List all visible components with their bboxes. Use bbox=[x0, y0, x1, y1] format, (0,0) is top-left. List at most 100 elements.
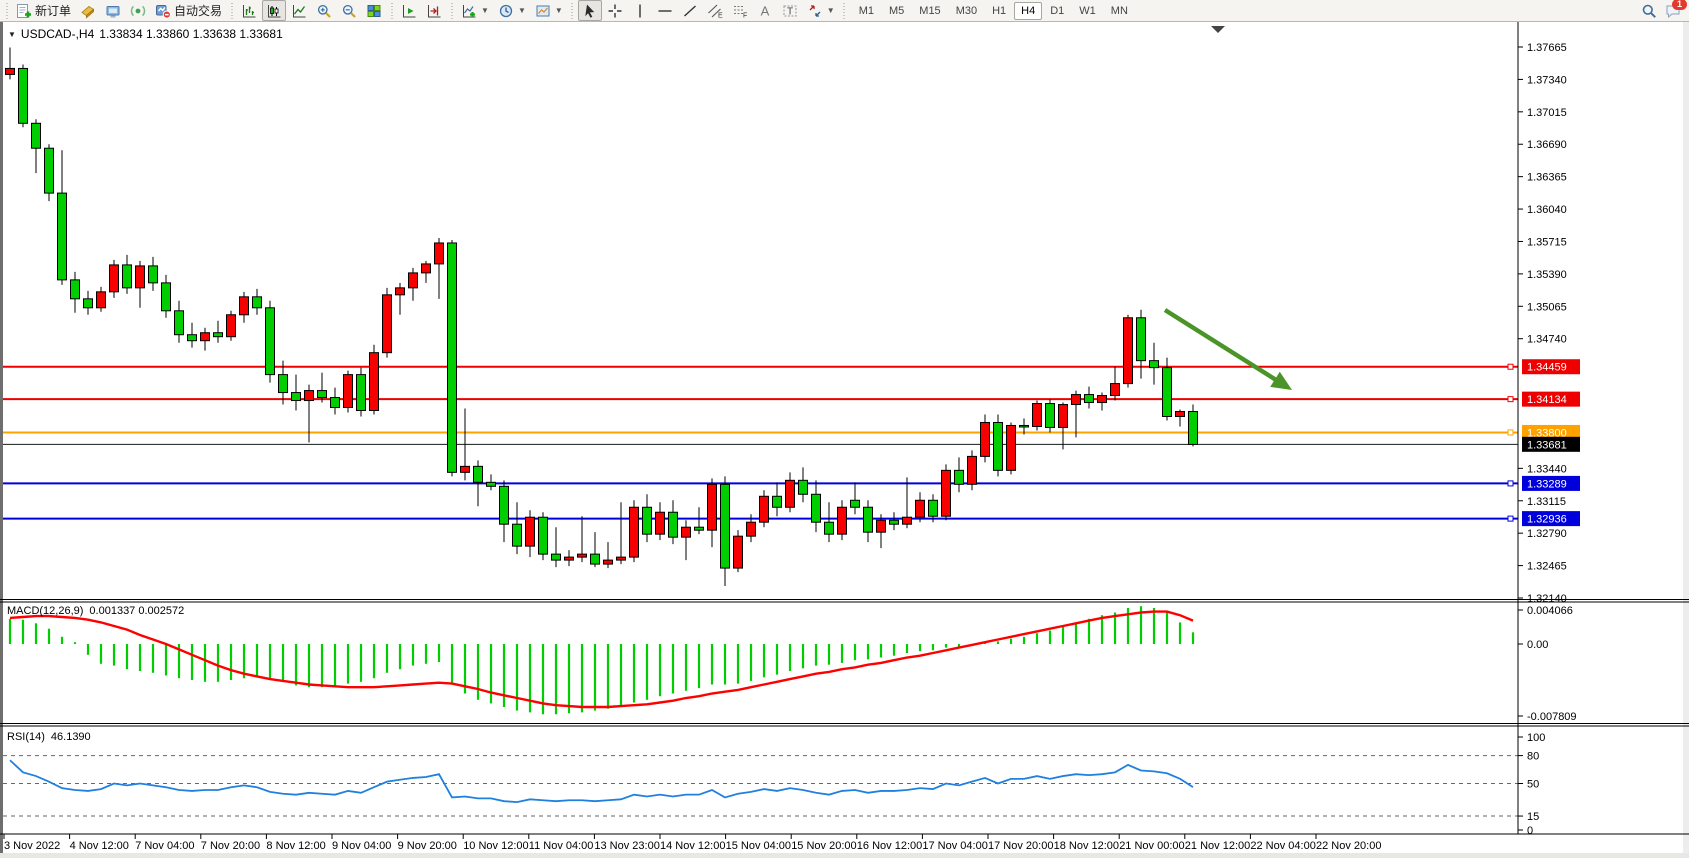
candle bbox=[292, 393, 301, 401]
horizontal-line-tool-button[interactable] bbox=[653, 0, 677, 21]
candle bbox=[19, 68, 28, 123]
svg-text:1.33681: 1.33681 bbox=[1527, 439, 1567, 451]
date-label: 15 Nov 20:00 bbox=[791, 840, 856, 852]
template-icon bbox=[535, 3, 551, 19]
line-chart-mode-button[interactable] bbox=[287, 0, 311, 21]
window-bottom-strip bbox=[0, 853, 1689, 858]
tf-button-m15[interactable]: M15 bbox=[912, 2, 947, 20]
tf-button-m5[interactable]: M5 bbox=[882, 2, 911, 20]
date-label: 7 Nov 04:00 bbox=[135, 840, 194, 852]
tf-button-m30[interactable]: M30 bbox=[949, 2, 984, 20]
candle bbox=[396, 288, 405, 295]
fibonacci-tool-button[interactable]: F bbox=[728, 0, 752, 21]
tf-button-m1[interactable]: M1 bbox=[852, 2, 881, 20]
hline-endpoint[interactable] bbox=[1508, 481, 1513, 486]
auto-scroll-button[interactable] bbox=[397, 0, 421, 21]
candle bbox=[214, 333, 223, 337]
tf-button-w1[interactable]: W1 bbox=[1072, 2, 1103, 20]
candlestick-mode-button[interactable] bbox=[262, 0, 286, 21]
price-tick: 1.35390 bbox=[1527, 269, 1567, 281]
candle bbox=[123, 265, 132, 288]
new-order-button[interactable]: 新订单 bbox=[12, 0, 75, 21]
tile-windows-button[interactable] bbox=[362, 0, 386, 21]
dropdown-arrow-icon: ▼ bbox=[555, 6, 563, 15]
tf-button-h4[interactable]: H4 bbox=[1014, 2, 1042, 20]
date-label: 21 Nov 00:00 bbox=[1119, 840, 1184, 852]
candle bbox=[734, 536, 743, 568]
auto-trading-button[interactable]: 自动交易 bbox=[151, 0, 226, 21]
candle bbox=[435, 243, 444, 264]
line-chart-icon bbox=[291, 3, 307, 19]
hline-endpoint[interactable] bbox=[1508, 364, 1513, 369]
svg-text:F: F bbox=[743, 12, 747, 19]
candle bbox=[305, 391, 314, 401]
chart-shift-button[interactable] bbox=[422, 0, 446, 21]
trendline-tool-button[interactable] bbox=[678, 0, 702, 21]
virtual-hosting-button[interactable] bbox=[101, 0, 125, 21]
vertical-line-tool-button[interactable] bbox=[628, 0, 652, 21]
macd-values: 0.001337 0.002572 bbox=[89, 605, 184, 617]
tf-button-mn[interactable]: MN bbox=[1104, 2, 1135, 20]
toolbar-grip bbox=[389, 3, 394, 19]
crosshair-tool-button[interactable] bbox=[603, 0, 627, 21]
rsi-name: RSI(14) bbox=[7, 731, 45, 743]
indicators-button[interactable]: ▼ bbox=[457, 0, 493, 21]
periods-button[interactable]: ▼ bbox=[494, 0, 530, 21]
candle bbox=[162, 283, 171, 311]
price-tick: 1.37340 bbox=[1527, 74, 1567, 86]
mql-market-button[interactable] bbox=[76, 0, 100, 21]
candle bbox=[929, 500, 938, 516]
candle bbox=[591, 554, 600, 564]
candle bbox=[487, 482, 496, 486]
candle bbox=[617, 557, 626, 560]
chart-title-ohlc: 1.33834 1.33860 1.33638 1.33681 bbox=[99, 27, 283, 41]
templates-button[interactable]: ▼ bbox=[531, 0, 567, 21]
horizontal-line-icon bbox=[657, 3, 673, 19]
auto-scroll-icon bbox=[401, 3, 417, 19]
candle bbox=[799, 480, 808, 494]
svg-text:E: E bbox=[718, 12, 723, 19]
chart-window[interactable]: 1.376651.373401.370151.366901.363651.360… bbox=[0, 22, 1689, 858]
candle bbox=[6, 68, 15, 74]
signals-button[interactable] bbox=[126, 0, 150, 21]
date-label: 13 Nov 23:00 bbox=[594, 840, 659, 852]
candle bbox=[1085, 395, 1094, 403]
candle bbox=[1059, 405, 1068, 428]
main-toolbar: 新订单 bbox=[0, 0, 1689, 22]
text-tool-button[interactable]: A bbox=[753, 0, 777, 21]
hline-endpoint[interactable] bbox=[1508, 397, 1513, 402]
equidistant-channel-tool-button[interactable]: E bbox=[703, 0, 727, 21]
price-tick: 1.37015 bbox=[1527, 107, 1567, 119]
search-icon[interactable] bbox=[1641, 3, 1657, 19]
price-chart-canvas[interactable]: 1.376651.373401.370151.366901.363651.360… bbox=[0, 22, 1689, 858]
zoom-out-button[interactable] bbox=[337, 0, 361, 21]
candle bbox=[461, 466, 470, 472]
zoom-in-button[interactable] bbox=[312, 0, 336, 21]
hline-endpoint[interactable] bbox=[1508, 516, 1513, 521]
svg-text:1.32936: 1.32936 bbox=[1527, 514, 1567, 526]
price-tick: 1.32790 bbox=[1527, 528, 1567, 540]
candle bbox=[513, 524, 522, 546]
date-label: 4 Nov 12:00 bbox=[70, 840, 129, 852]
candle bbox=[1137, 318, 1146, 361]
tf-button-h1[interactable]: H1 bbox=[985, 2, 1013, 20]
candle bbox=[1124, 318, 1133, 384]
candle bbox=[630, 507, 639, 557]
date-label: 7 Nov 20:00 bbox=[201, 840, 260, 852]
bar-chart-mode-button[interactable] bbox=[237, 0, 261, 21]
hline-endpoint[interactable] bbox=[1508, 430, 1513, 435]
toolbar-grip bbox=[570, 3, 575, 19]
cursor-tool-button[interactable] bbox=[578, 0, 602, 21]
candle bbox=[1150, 361, 1159, 368]
candle bbox=[643, 507, 652, 534]
price-tick: 1.35715 bbox=[1527, 236, 1567, 248]
candle bbox=[760, 496, 769, 522]
collapse-triangle-icon[interactable]: ▼ bbox=[8, 30, 16, 39]
svg-text:1.34134: 1.34134 bbox=[1527, 394, 1567, 406]
arrows-tool-button[interactable]: ▼ bbox=[803, 0, 839, 21]
text-label-tool-button[interactable]: T bbox=[778, 0, 802, 21]
candle bbox=[71, 280, 80, 299]
candle bbox=[45, 148, 54, 193]
tf-button-d1[interactable]: D1 bbox=[1043, 2, 1071, 20]
candle bbox=[695, 527, 704, 530]
